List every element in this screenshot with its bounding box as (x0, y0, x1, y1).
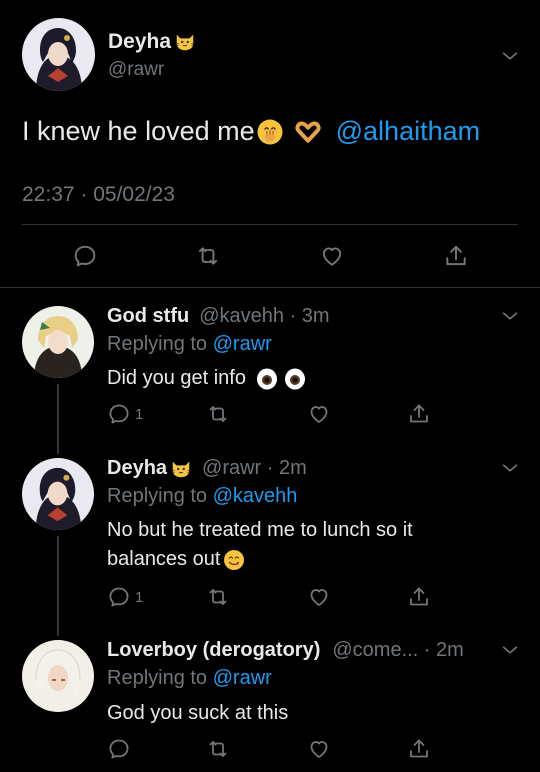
mention-link[interactable]: @alhaitham (336, 116, 480, 147)
handle-time[interactable]: @kavehh · 3m (199, 305, 329, 328)
heart-hands-emoji-icon (293, 117, 323, 147)
chevron-down-icon[interactable] (499, 45, 521, 67)
display-name[interactable]: Loverboy (derogatory) (107, 639, 320, 662)
like-icon[interactable] (307, 402, 331, 426)
mention-link[interactable]: @kavehh (213, 485, 298, 507)
reply-tweet[interactable]: Loverboy (derogatory) @come... · 2m Repl… (0, 628, 540, 772)
eyes-emoji-icon (283, 367, 307, 391)
replying-to-label: Replying to (107, 333, 213, 355)
main-tweet: Deyha @rawr I knew he loved me @alhaitha… (0, 0, 540, 288)
share-icon[interactable] (407, 737, 431, 761)
avatar[interactable] (22, 458, 94, 530)
cat-emoji-icon (174, 31, 196, 53)
reply-count: 1 (135, 588, 144, 606)
tweet-text: No but he treated me to lunch so it bala… (107, 516, 497, 574)
replying-to: Replying to @rawr (107, 667, 272, 690)
handle-time[interactable]: @rawr · 2m (202, 457, 307, 480)
divider (22, 224, 518, 225)
retweet-icon[interactable] (206, 585, 230, 609)
replying-to: Replying to @rawr (107, 333, 272, 356)
reply-header: Loverboy (derogatory) @come... · 2m (107, 639, 464, 662)
retweet-icon[interactable] (206, 737, 230, 761)
share-icon[interactable] (407, 402, 431, 426)
chevron-down-icon[interactable] (499, 305, 521, 327)
face-hand-emoji-icon (255, 117, 285, 147)
like-icon[interactable] (319, 243, 345, 269)
username[interactable]: @rawr (108, 59, 164, 81)
reply-icon (107, 402, 131, 426)
yum-emoji-icon (222, 548, 246, 572)
replying-to-label: Replying to (107, 667, 213, 689)
like-icon[interactable] (307, 585, 331, 609)
avatar[interactable] (22, 640, 94, 712)
replying-to: Replying to @kavehh (107, 485, 297, 508)
reply-count: 1 (135, 405, 144, 423)
reply-icon[interactable] (107, 737, 131, 761)
reply-tweet[interactable]: God stfu @kavehh · 3m Replying to @rawr … (0, 288, 540, 448)
share-icon[interactable] (407, 585, 431, 609)
reply-button[interactable]: 1 (107, 585, 143, 609)
chevron-down-icon[interactable] (499, 457, 521, 479)
like-icon[interactable] (307, 737, 331, 761)
reply-icon[interactable] (72, 243, 98, 269)
tweet-text-body: God you suck at this (107, 702, 289, 724)
avatar[interactable] (22, 306, 94, 378)
avatar[interactable] (22, 18, 95, 91)
mention-link[interactable]: @rawr (213, 333, 272, 355)
tweet-text: Did you get info (107, 364, 507, 393)
tweet-text: I knew he loved me @alhaitham (22, 116, 480, 147)
retweet-icon[interactable] (195, 243, 221, 269)
share-icon[interactable] (443, 243, 469, 269)
retweet-icon[interactable] (206, 402, 230, 426)
reply-tweet[interactable]: Deyha @rawr · 2m Replying to @kavehh No … (0, 448, 540, 628)
reply-header: Deyha @rawr · 2m (107, 457, 307, 480)
display-name[interactable]: Deyha (108, 30, 196, 54)
mention-link[interactable]: @rawr (213, 667, 272, 689)
eyes-emoji-icon (255, 367, 279, 391)
tweet-text-body: I knew he loved me (22, 116, 255, 146)
reply-header: God stfu @kavehh · 3m (107, 305, 330, 328)
handle-time[interactable]: @come... · 2m (332, 639, 463, 662)
reply-button[interactable]: 1 (107, 402, 143, 426)
display-name[interactable]: God stfu (107, 305, 189, 328)
display-name[interactable]: Deyha (107, 457, 167, 480)
tweet-text-body: Did you get info (107, 367, 246, 389)
tweet-text-body: No but he treated me to lunch so it bala… (107, 519, 413, 570)
display-name-text: Deyha (108, 30, 172, 53)
replying-to-label: Replying to (107, 485, 213, 507)
chevron-down-icon[interactable] (499, 639, 521, 661)
reply-icon (107, 585, 131, 609)
cat-emoji-icon (170, 458, 192, 480)
tweet-text: God you suck at this (107, 699, 507, 728)
timestamp[interactable]: 22:37 · 05/02/23 (22, 183, 175, 207)
